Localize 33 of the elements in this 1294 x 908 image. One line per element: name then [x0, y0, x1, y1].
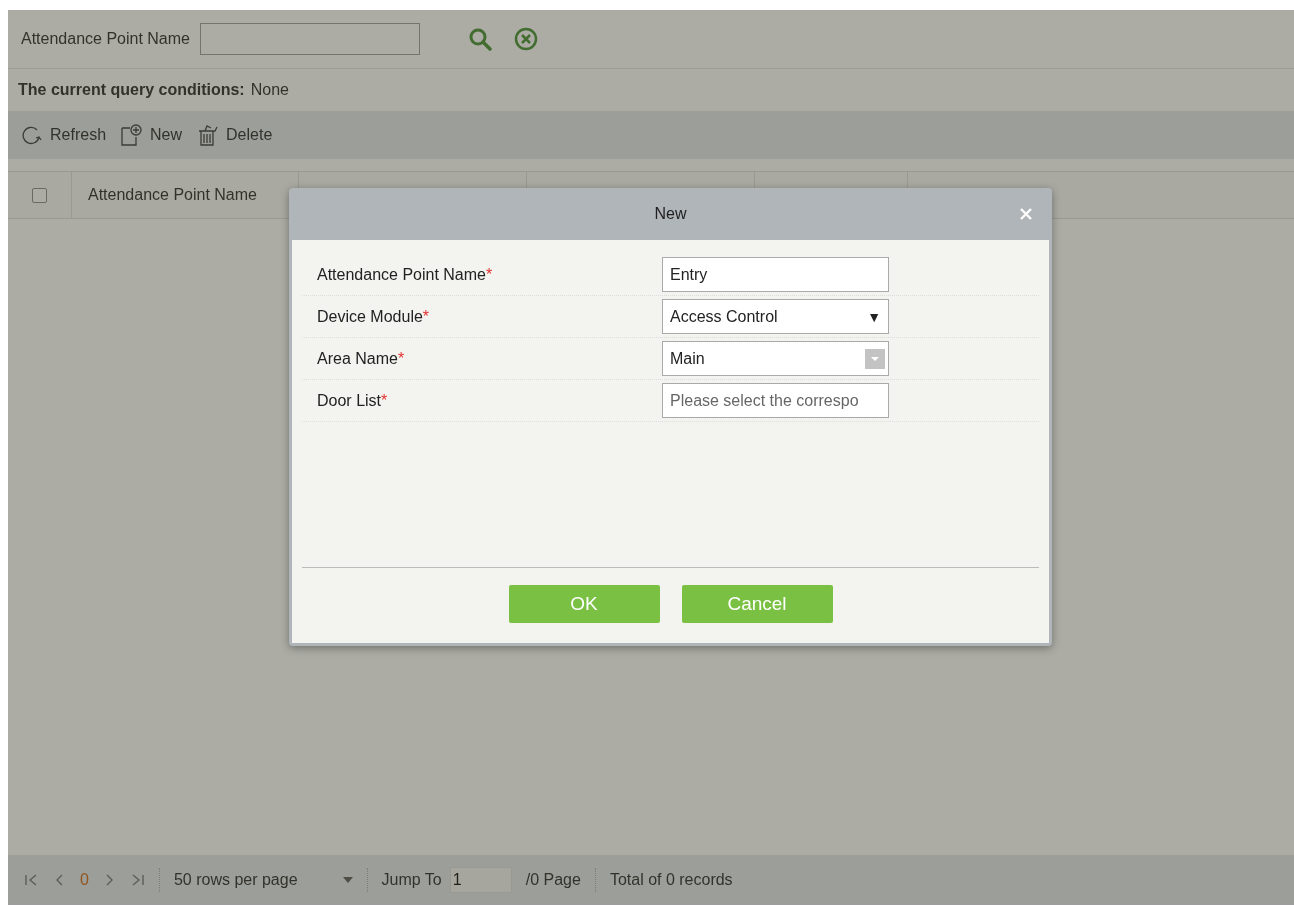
select-all-checkbox[interactable] [32, 187, 47, 203]
rows-per-page-select[interactable]: 50 rows per page [173, 871, 353, 889]
input-field[interactable]: Please select the correspo [662, 383, 889, 418]
toolbar-button[interactable]: New [120, 123, 183, 147]
caret-icon [342, 877, 353, 883]
combo-field[interactable]: Main [662, 341, 889, 376]
jump-label: Jump To [381, 871, 442, 889]
refresh-icon [22, 125, 44, 145]
search-label: Attendance Point Name [21, 30, 190, 48]
close-icon[interactable] [1020, 208, 1032, 220]
current-page: 0 [80, 871, 89, 889]
input-field[interactable]: Entry [662, 257, 889, 292]
dropdown-field[interactable]: Access Control ▼ [662, 299, 889, 334]
new-document-icon [120, 123, 145, 147]
required-mark: * [422, 307, 430, 325]
query-value: None [250, 81, 289, 99]
toolbar-button[interactable]: Refresh [22, 125, 107, 145]
field-label: Area Name [317, 349, 398, 367]
field-label: Attendance Point Name [317, 265, 486, 283]
toolbar-button[interactable]: Delete [196, 123, 273, 147]
clear-icon[interactable] [514, 27, 538, 51]
field-label: Door List [317, 391, 382, 409]
page-number-field[interactable]: 1 [449, 867, 512, 893]
field-label: Device Module [317, 307, 423, 325]
search-field[interactable] [200, 23, 420, 55]
record-total: Total of 0 records [609, 871, 733, 889]
required-mark: * [381, 391, 388, 409]
required-mark: * [397, 349, 405, 367]
dialog-title: New [654, 205, 687, 223]
required-mark: * [486, 265, 493, 283]
query-label: The current query conditions: [18, 81, 245, 99]
search-icon[interactable] [468, 27, 492, 51]
page-count: /0 Page [525, 871, 581, 889]
